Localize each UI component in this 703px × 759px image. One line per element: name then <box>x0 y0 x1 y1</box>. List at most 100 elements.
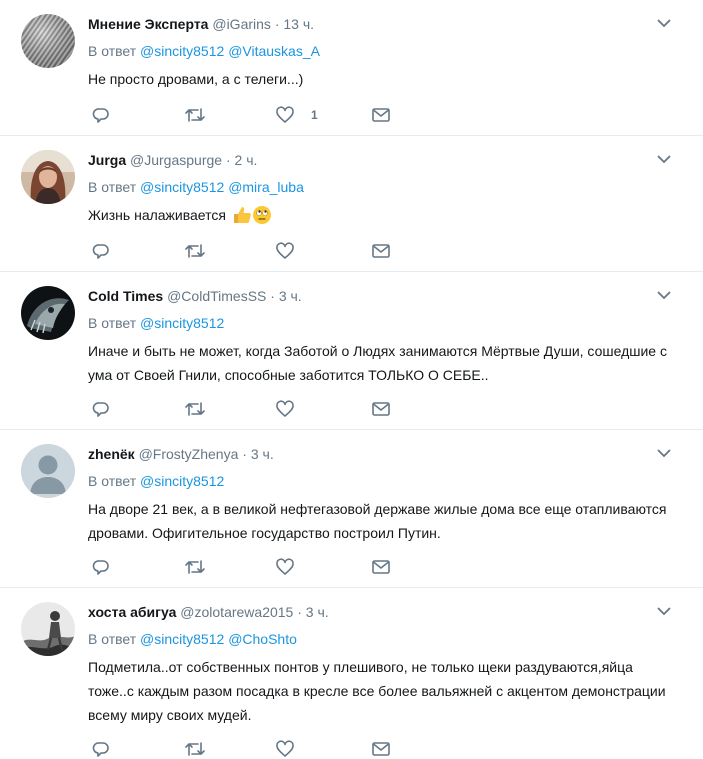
like-button[interactable] <box>275 399 295 419</box>
separator-dot: · <box>297 604 302 620</box>
retweet-button[interactable] <box>184 105 206 125</box>
reply-icon <box>92 402 109 417</box>
retweet-icon <box>185 402 205 416</box>
retweet-button[interactable] <box>184 557 206 577</box>
like-count: 1 <box>311 108 318 122</box>
author-name[interactable]: хоста абигуа <box>88 604 176 620</box>
chevron-down-icon[interactable] <box>657 18 671 28</box>
heart-icon <box>276 242 294 259</box>
reply-context: В ответ @sincity8512 <box>88 314 224 332</box>
direct-message-button[interactable] <box>371 241 391 261</box>
reply-prefix: В ответ <box>88 631 137 647</box>
tweet-timestamp[interactable]: 3 ч. <box>251 446 274 462</box>
reply-icon <box>92 742 109 757</box>
reply-prefix: В ответ <box>88 179 137 195</box>
mention-link[interactable]: @sincity8512 <box>140 473 224 489</box>
direct-message-button[interactable] <box>371 105 391 125</box>
author-handle[interactable]: @FrostyZhenya <box>139 446 239 462</box>
like-button[interactable] <box>275 557 295 577</box>
retweet-button[interactable] <box>184 739 206 759</box>
mention-link[interactable]: @sincity8512 <box>140 315 224 331</box>
mention-link[interactable]: @mira_luba <box>228 179 304 195</box>
heart-icon <box>276 106 294 123</box>
heart-icon <box>276 558 294 575</box>
mention-link[interactable]: @ChoShto <box>228 631 297 647</box>
chevron-down-icon[interactable] <box>657 290 671 300</box>
separator-dot: · <box>225 152 231 168</box>
direct-message-button[interactable] <box>371 739 391 759</box>
reply-context: В ответ @sincity8512 @Vitauskas_A <box>88 42 320 60</box>
thumbs-up-emoji-icon <box>233 207 251 223</box>
envelope-icon <box>372 402 390 416</box>
mention-link[interactable]: @Vitauskas_A <box>228 43 320 59</box>
reply-icon <box>92 244 109 259</box>
reply-prefix: В ответ <box>88 43 137 59</box>
reply-button[interactable] <box>92 105 110 125</box>
retweet-icon <box>185 108 205 122</box>
retweet-icon <box>185 244 205 258</box>
tweet-timestamp[interactable]: 13 ч. <box>283 16 314 32</box>
tweet-timestamp[interactable]: 3 ч. <box>306 604 329 620</box>
like-button[interactable]: 1 <box>275 105 318 125</box>
retweet-button[interactable] <box>184 399 206 419</box>
author-handle[interactable]: @iGarins <box>212 16 271 32</box>
tweet[interactable]: zhenёк @FrostyZhenya · 3 ч. В ответ @sin… <box>0 430 703 588</box>
reply-icon <box>92 108 109 123</box>
author-handle[interactable]: @zolotarewa2015 <box>180 604 293 620</box>
mention-link[interactable]: @sincity8512 <box>140 631 224 647</box>
author-name[interactable]: zhenёк <box>88 446 135 462</box>
like-button[interactable] <box>275 241 295 261</box>
envelope-icon <box>372 742 390 756</box>
envelope-icon <box>372 244 390 258</box>
envelope-icon <box>372 560 390 574</box>
avatar[interactable] <box>21 602 75 656</box>
tweet-text: На дворе 21 век, а в великой нефтегазово… <box>88 501 667 541</box>
avatar[interactable] <box>21 14 75 68</box>
like-button[interactable] <box>275 739 295 759</box>
tweet-text: Не просто дровами, а с телеги...) <box>88 71 304 87</box>
reply-context: В ответ @sincity8512 @ChoShto <box>88 630 297 648</box>
face-with-rolling-eyes-emoji-icon <box>252 206 271 224</box>
direct-message-button[interactable] <box>371 557 391 577</box>
chevron-down-icon[interactable] <box>657 606 671 616</box>
tweet[interactable]: хоста абигуа @zolotarewa2015 · 3 ч. В от… <box>0 588 703 759</box>
separator-dot: · <box>242 446 247 462</box>
author-handle[interactable]: @Jurgaspurge <box>130 152 222 168</box>
reply-context: В ответ @sincity8512 @mira_luba <box>88 178 304 196</box>
tweet[interactable]: Мнение Эксперта @iGarins · 13 ч. В ответ… <box>0 0 703 136</box>
reply-button[interactable] <box>92 739 110 759</box>
heart-icon <box>276 740 294 757</box>
heart-icon <box>276 400 294 417</box>
tweet[interactable]: Cold Times @ColdTimesSS · 3 ч. В ответ @… <box>0 272 703 430</box>
avatar[interactable] <box>21 286 75 340</box>
mention-link[interactable]: @sincity8512 <box>140 179 224 195</box>
author-name[interactable]: Cold Times <box>88 288 163 304</box>
tweet[interactable]: Jurga @Jurgaspurge · 2 ч. В ответ @sinci… <box>0 136 703 272</box>
chevron-down-icon[interactable] <box>657 448 671 458</box>
reply-button[interactable] <box>92 241 110 261</box>
reply-button[interactable] <box>92 399 110 419</box>
author-name[interactable]: Мнение Эксперта <box>88 16 208 32</box>
reply-icon <box>92 560 109 575</box>
mention-link[interactable]: @sincity8512 <box>140 43 224 59</box>
reply-button[interactable] <box>92 557 110 577</box>
separator-dot: · <box>274 16 280 32</box>
retweet-icon <box>185 742 205 756</box>
author-handle[interactable]: @ColdTimesSS <box>167 288 266 304</box>
tweet-timestamp[interactable]: 2 ч. <box>235 152 258 168</box>
chevron-down-icon[interactable] <box>657 154 671 164</box>
tweet-text-line: Жизнь налаживается <box>88 203 675 227</box>
envelope-icon <box>372 108 390 122</box>
separator-dot: · <box>270 288 275 304</box>
reply-context: В ответ @sincity8512 <box>88 472 224 490</box>
retweet-icon <box>185 560 205 574</box>
tweet-timestamp[interactable]: 3 ч. <box>279 288 302 304</box>
reply-prefix: В ответ <box>88 473 137 489</box>
direct-message-button[interactable] <box>371 399 391 419</box>
avatar[interactable] <box>21 150 75 204</box>
tweet-text: Подметила..от собственных понтов у плеши… <box>88 659 666 723</box>
author-name[interactable]: Jurga <box>88 152 126 168</box>
retweet-button[interactable] <box>184 241 206 261</box>
tweet-text: Жизнь налаживается <box>88 207 226 223</box>
avatar[interactable] <box>21 444 75 498</box>
